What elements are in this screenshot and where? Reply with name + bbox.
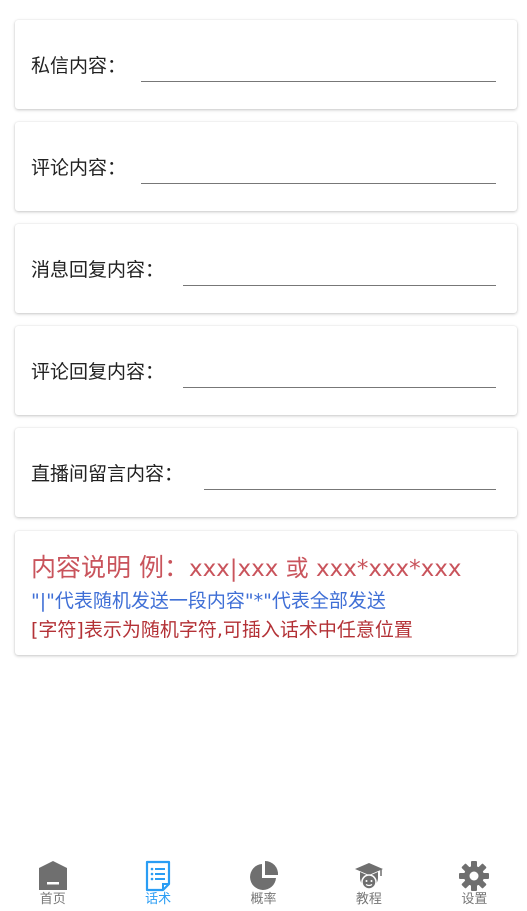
comment-reply-input[interactable] <box>183 362 496 388</box>
tab-tutorial-label: 教程 <box>355 892 382 907</box>
tab-script-label: 话术 <box>145 892 172 907</box>
comment-reply-label: 评论回复内容： <box>31 361 165 383</box>
tab-script[interactable]: 话术 <box>105 851 210 911</box>
pie-chart-icon <box>249 860 278 890</box>
live-room-message-label: 直播间留言内容： <box>31 463 184 485</box>
gear-icon <box>459 861 490 891</box>
message-reply-card: 消息回复内容： <box>15 224 517 313</box>
comment-card: 评论内容： <box>15 122 517 211</box>
tab-home[interactable]: 首页 <box>0 851 105 911</box>
tab-settings-label: 设置 <box>461 892 488 907</box>
tab-probability-label: 概率 <box>250 892 277 907</box>
comment-reply-card: 评论回复内容： <box>15 326 517 415</box>
script-settings-page: 私信内容： 评论内容： 消息回复内容： 评论回复内容： 直播间留言内容： 内容说… <box>0 0 527 911</box>
live-room-message-input[interactable] <box>204 464 496 490</box>
tab-home-label: 首页 <box>39 892 66 907</box>
message-reply-label: 消息回复内容： <box>31 259 165 281</box>
script-document-icon <box>146 860 171 892</box>
comment-input[interactable] <box>141 158 496 184</box>
content-instructions-card: 内容说明 例：xxx|xxx 或 xxx*xxx*xxx "|"代表随机发送一段… <box>15 531 517 655</box>
instructions-heading: 内容说明 例：xxx|xxx 或 xxx*xxx*xxx <box>31 548 462 584</box>
tab-settings[interactable]: 设置 <box>422 851 527 911</box>
home-icon <box>38 861 67 890</box>
tab-tutorial[interactable]: 教程 <box>316 851 421 911</box>
graduation-cap-icon <box>354 863 383 890</box>
instructions-example: xxx|xxx 或 xxx*xxx*xxx <box>188 556 462 582</box>
instructions-separator-rule: "|"代表随机发送一段内容"*"代表全部发送 <box>31 590 386 612</box>
bottom-tab-bar: 首页 话术 概率 教程 设置 <box>0 851 527 911</box>
instructions-title: 内容说明 例： <box>31 553 189 582</box>
live-room-message-card: 直播间留言内容： <box>15 428 517 517</box>
comment-label: 评论内容： <box>31 157 127 179</box>
private-message-card: 私信内容： <box>15 20 517 109</box>
instructions-random-char-rule: [字符]表示为随机字符,可插入话术中任意位置 <box>31 619 413 641</box>
message-reply-input[interactable] <box>183 260 496 286</box>
private-message-label: 私信内容： <box>31 55 127 77</box>
private-message-input[interactable] <box>141 56 496 82</box>
tab-probability[interactable]: 概率 <box>211 851 316 911</box>
